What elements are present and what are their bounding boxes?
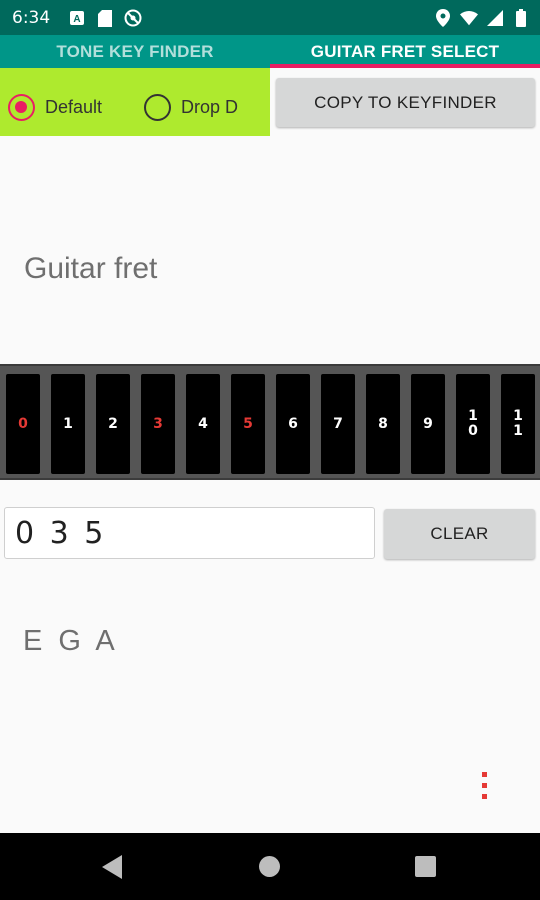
fretboard: 0 1 2 3 4 5 6 7 8 9 10 11 [0,364,540,480]
status-time: 6:34 [12,8,51,28]
fret-9[interactable]: 9 [411,374,445,474]
sd-card-icon [96,9,114,27]
svg-text:A: A [73,14,80,25]
signal-icon [486,9,504,27]
a-icon: A [68,9,86,27]
location-icon [434,9,452,27]
navigation-bar [0,833,540,900]
fret-3[interactable]: 3 [141,374,175,474]
status-system-icons [434,9,530,27]
fret-11[interactable]: 11 [501,374,535,474]
fret-6[interactable]: 6 [276,374,310,474]
tab-indicator [270,64,540,68]
fret-7[interactable]: 7 [321,374,355,474]
fret-5[interactable]: 5 [231,374,265,474]
fret-2[interactable]: 2 [96,374,130,474]
clear-button[interactable]: CLEAR [384,509,535,559]
recents-icon[interactable] [415,856,436,877]
radio-default-indicator[interactable] [8,94,35,121]
page-title: Guitar fret [24,252,158,285]
battery-icon [512,9,530,27]
status-notification-icons: A [68,9,142,27]
radio-drop-d-label: Drop D [181,97,239,117]
copy-to-keyfinder-button[interactable]: COPY TO KEYFINDER [276,78,535,127]
fret-0[interactable]: 0 [6,374,40,474]
fret-input-field[interactable]: 0 3 5 [4,507,375,559]
result-notes: E G A [23,625,119,657]
radio-default-label: Default [45,97,103,117]
home-icon[interactable] [259,856,280,877]
tab-tone-key-finder[interactable]: TONE KEY FINDER [0,35,270,68]
status-bar: 6:34 A [0,0,540,35]
radio-drop-d[interactable]: Drop D [144,94,238,121]
radio-drop-d-indicator[interactable] [144,94,171,121]
fret-1[interactable]: 1 [51,374,85,474]
fret-4[interactable]: 4 [186,374,220,474]
fret-8[interactable]: 8 [366,374,400,474]
wifi-icon [460,9,478,27]
do-not-disturb-icon [124,9,142,27]
overflow-menu-icon[interactable] [478,772,490,808]
radio-default[interactable]: Default [8,94,102,121]
back-icon[interactable] [102,855,122,879]
tuning-selector: Default Drop D [0,68,270,136]
fret-10[interactable]: 10 [456,374,490,474]
